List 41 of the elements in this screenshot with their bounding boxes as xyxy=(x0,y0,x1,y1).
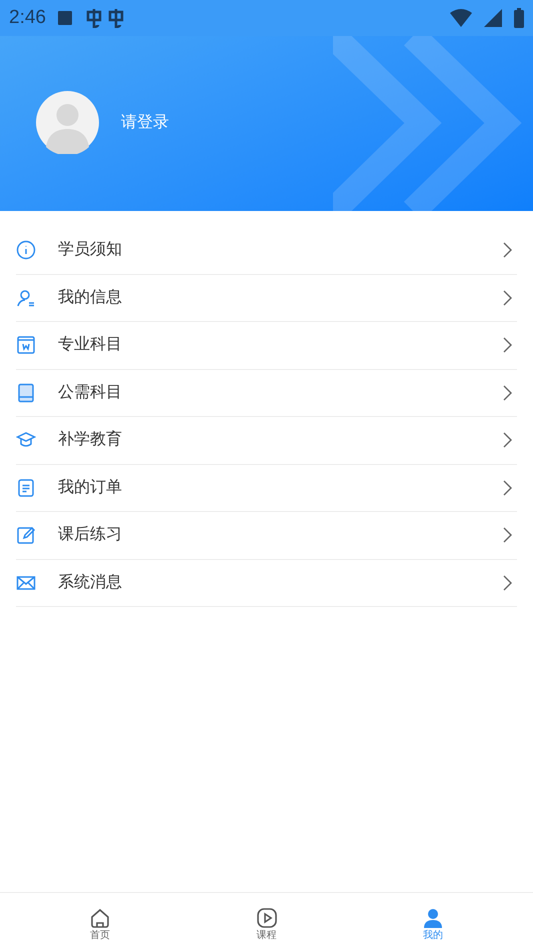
user-icon xyxy=(16,288,36,308)
chevron-right-icon xyxy=(503,432,513,448)
menu-label: 学员须知 xyxy=(58,240,123,260)
menu-item[interactable]: 补学教育 xyxy=(16,417,517,464)
wifi-icon xyxy=(450,9,472,27)
chevron-right-icon xyxy=(503,527,513,544)
menu-item[interactable]: 我的信息 xyxy=(16,274,517,322)
chevron-right-icon xyxy=(503,242,513,258)
book-icon xyxy=(16,382,36,403)
menu-item[interactable]: 系统消息 xyxy=(16,560,517,607)
menu-item[interactable]: 学员须知 xyxy=(16,227,517,274)
menu-label: 专业科目 xyxy=(58,334,123,356)
chevron-right-icon xyxy=(503,337,513,354)
menu-item[interactable]: 专业科目 xyxy=(16,322,517,370)
menu-label: 公需科目 xyxy=(58,382,123,403)
signal-icon xyxy=(484,9,502,27)
chevron-right-icon xyxy=(503,480,513,496)
book-icon xyxy=(16,335,36,356)
home-icon xyxy=(89,907,111,929)
menu-label: 我的订单 xyxy=(58,478,123,498)
menu-item[interactable]: 我的订单 xyxy=(16,464,517,512)
menu-label: 我的信息 xyxy=(58,288,123,308)
menu-label: 课后练习 xyxy=(58,524,123,546)
avatar xyxy=(36,91,99,154)
info-icon xyxy=(16,240,36,260)
menu-label: 补学教育 xyxy=(58,429,123,450)
menu-item[interactable]: 课后练习 xyxy=(16,512,517,560)
person-icon xyxy=(422,907,444,929)
notification-icon xyxy=(58,11,72,25)
nav-tab[interactable]: 首页 xyxy=(70,907,130,949)
chevron-right-icon xyxy=(503,290,513,306)
menu-item[interactable]: 公需科目 xyxy=(16,370,517,417)
menu-label: 系统消息 xyxy=(58,572,123,593)
nav-tab[interactable]: 课程 xyxy=(236,907,296,949)
status-time: 2:46 xyxy=(9,6,46,30)
chevron-right-icon xyxy=(503,574,513,591)
battery-icon xyxy=(514,8,524,28)
chevron-right-icon xyxy=(503,384,513,401)
edit-icon xyxy=(16,525,36,546)
document-icon xyxy=(16,478,36,498)
play-icon xyxy=(256,907,278,929)
